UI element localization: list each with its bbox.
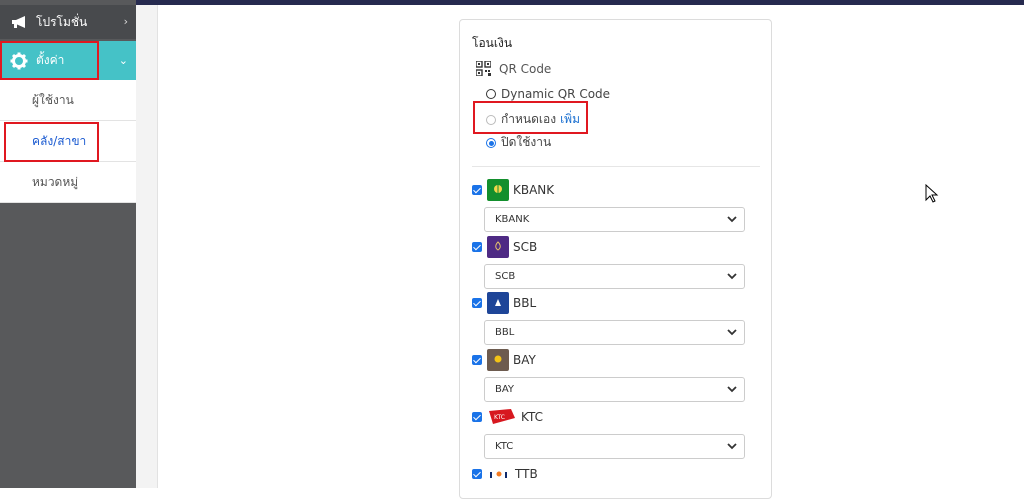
bank-row-bay: BAY — [472, 349, 536, 371]
scb-checkbox[interactable] — [472, 242, 482, 252]
radio-dynamic[interactable] — [486, 89, 496, 99]
transfer-card: โอนเงิน QR Code Dynamic QR Code กำหนดเอง… — [459, 19, 772, 499]
ttb-logo-icon — [487, 463, 511, 485]
radio-disabled[interactable] — [486, 137, 496, 148]
bay-checkbox[interactable] — [472, 355, 482, 365]
bbl-checkbox[interactable] — [472, 298, 482, 308]
qr-code-icon — [476, 61, 491, 76]
qr-code-section: QR Code — [476, 61, 551, 76]
qr-code-label: QR Code — [499, 61, 552, 76]
add-link[interactable]: เพิ่ม — [560, 110, 580, 129]
bank-name: SCB — [513, 240, 538, 254]
option-dynamic-qr[interactable]: Dynamic QR Code — [486, 87, 610, 101]
bank-name: BAY — [513, 353, 536, 367]
bay-select[interactable]: BAY — [484, 377, 745, 402]
kbank-checkbox[interactable] — [472, 185, 482, 195]
content-gutter — [136, 5, 158, 488]
kbank-logo-icon — [487, 179, 509, 201]
divider — [472, 166, 760, 167]
ktc-checkbox[interactable] — [472, 412, 482, 422]
chevron-down-icon — [727, 386, 737, 393]
mouse-cursor-icon — [925, 184, 939, 203]
option-label: ปิดใช้งาน — [501, 135, 552, 149]
card-title: โอนเงิน — [472, 36, 513, 50]
bank-name: KBANK — [513, 183, 555, 197]
bbl-select[interactable]: BBL — [484, 320, 745, 345]
sidebar: โปรโมชั่น › ตั้งค่า ⌄ ผู้ใช้งาน คลัง/สาข… — [0, 0, 136, 488]
bank-row-scb: SCB — [472, 236, 537, 258]
submenu-item-categories[interactable]: หมวดหมู่ — [0, 162, 136, 203]
kbank-select[interactable]: KBANK — [484, 207, 745, 232]
bank-name: BBL — [513, 296, 537, 310]
bank-row-bbl: BBL — [472, 292, 536, 314]
submenu-item-warehouse-branch[interactable]: คลัง/สาขา — [0, 121, 136, 162]
ktc-logo-icon: KTC — [487, 406, 517, 428]
scb-select[interactable]: SCB — [484, 264, 745, 289]
option-custom[interactable]: กำหนดเอง เพิ่ม — [486, 110, 580, 129]
sidebar-item-label: โปรโมชั่น — [36, 14, 88, 29]
megaphone-icon — [10, 15, 30, 29]
option-label: กำหนดเอง — [501, 112, 557, 126]
bank-row-ktc: KTC KTC — [472, 406, 543, 428]
option-disabled[interactable]: ปิดใช้งาน — [486, 133, 551, 152]
bank-name: KTC — [521, 410, 543, 424]
select-value: SCB — [495, 271, 516, 282]
chevron-down-icon — [727, 329, 737, 336]
ttb-checkbox[interactable] — [472, 469, 482, 479]
radio-custom[interactable] — [486, 114, 496, 125]
chevron-right-icon: › — [123, 15, 128, 28]
sidebar-item-settings[interactable]: ตั้งค่า ⌄ — [0, 41, 136, 80]
sidebar-item-promotion[interactable]: โปรโมชั่น › — [0, 5, 136, 39]
bank-row-ttb: TTB — [472, 463, 538, 485]
bbl-logo-icon — [487, 292, 509, 314]
scb-logo-icon — [487, 236, 509, 258]
gear-icon — [10, 52, 28, 70]
ktc-select[interactable]: KTC — [484, 434, 745, 459]
select-value: BBL — [495, 327, 515, 338]
bank-row-kbank: KBANK — [472, 179, 554, 201]
svg-text:KTC: KTC — [494, 414, 505, 421]
select-value: KTC — [495, 441, 514, 452]
select-value: KBANK — [495, 214, 530, 225]
select-value: BAY — [495, 384, 515, 395]
bay-logo-icon — [487, 349, 509, 371]
option-label: Dynamic QR Code — [501, 87, 611, 101]
chevron-down-icon — [727, 443, 737, 450]
sidebar-item-label: ตั้งค่า — [36, 53, 65, 67]
settings-submenu: ผู้ใช้งาน คลัง/สาขา หมวดหมู่ — [0, 80, 136, 203]
submenu-item-users[interactable]: ผู้ใช้งาน — [0, 80, 136, 121]
chevron-down-icon — [727, 216, 737, 223]
bank-name: TTB — [515, 467, 538, 481]
chevron-down-icon — [727, 273, 737, 280]
chevron-down-icon: ⌄ — [118, 54, 128, 67]
